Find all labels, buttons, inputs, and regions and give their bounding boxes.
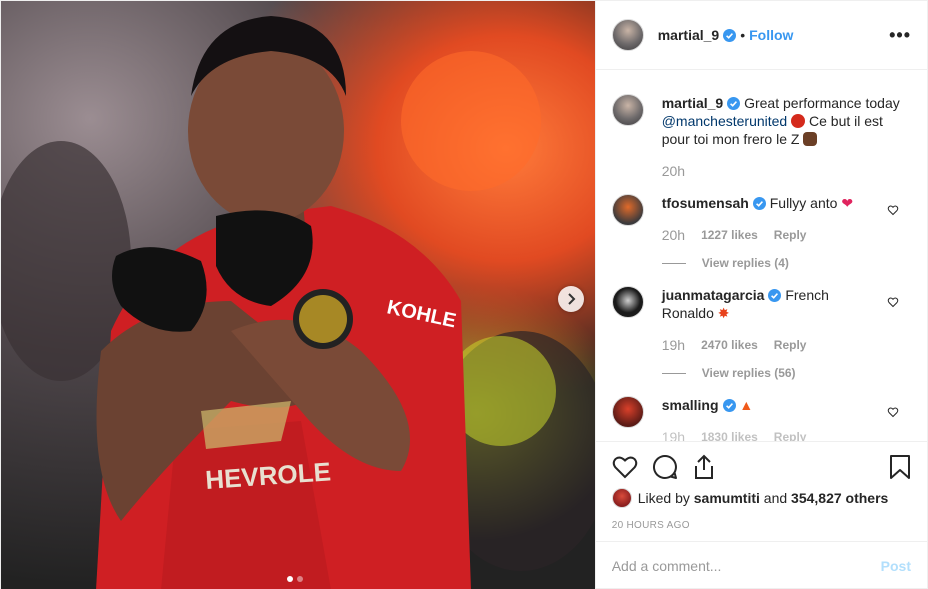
post-image[interactable]: KOHLE HEVROLE xyxy=(1,1,595,589)
add-comment-bar: Post xyxy=(595,541,927,589)
caption-text-before: Great performance today xyxy=(744,95,900,111)
comment-avatar[interactable] xyxy=(611,194,644,226)
carousel-dot-active xyxy=(287,576,293,582)
comment-meta: 19h 2470 likes Reply xyxy=(662,336,883,354)
likes-summary: Liked by samumtiti and 354,827 others xyxy=(611,488,911,508)
author-username[interactable]: martial_9 xyxy=(658,27,719,43)
comment-time: 19h xyxy=(661,429,686,441)
comment-reply-button[interactable]: Reply xyxy=(774,428,807,441)
red-circle-emoji-icon xyxy=(791,114,806,128)
comments-list[interactable]: martial_9 Great performance today @manch… xyxy=(596,70,927,441)
comment-avatar[interactable] xyxy=(611,286,644,318)
chevron-right-icon xyxy=(568,293,576,305)
red-heart-emoji-icon: ❤ xyxy=(841,195,854,211)
comment-input[interactable] xyxy=(611,558,881,574)
comment-item: tfosumensah Fullyy anto ❤ 20h 1227 likes… xyxy=(611,194,911,272)
likes-prefix: Liked by xyxy=(637,490,690,506)
likes-and: and xyxy=(763,490,788,506)
liker-avatar[interactable] xyxy=(611,488,632,508)
comment-meta: 20h 1227 likes Reply xyxy=(662,226,883,244)
post-header: martial_9 • Follow ••• xyxy=(595,1,927,70)
view-replies-button[interactable]: View replies (4) xyxy=(661,254,883,272)
carousel-indicator xyxy=(287,576,303,582)
view-replies-label: View replies (4) xyxy=(701,256,789,270)
comment-likes[interactable]: 2470 likes xyxy=(701,336,758,354)
comment-avatar[interactable] xyxy=(611,396,644,428)
caption-username[interactable]: martial_9 xyxy=(662,95,723,111)
comment-item: smalling ▲ 19h 1830 likes Reply xyxy=(611,396,911,441)
comment-reply-button[interactable]: Reply xyxy=(774,336,807,354)
view-replies-label: View replies (56) xyxy=(701,366,796,380)
caption-text: martial_9 Great performance today @manch… xyxy=(662,94,903,148)
verified-badge-icon xyxy=(722,399,736,412)
comment-meta: 19h 1830 likes Reply xyxy=(662,428,883,441)
view-replies-line xyxy=(661,372,686,374)
comment-time: 19h xyxy=(661,337,686,353)
view-replies-button[interactable]: View replies (56) xyxy=(661,364,883,382)
comment-reply-button[interactable]: Reply xyxy=(774,226,807,244)
comment-like-heart-icon[interactable] xyxy=(887,296,899,308)
view-replies-line xyxy=(661,262,686,264)
comment-item: juanmatagarcia French Ronaldo ✸ 19h 2470… xyxy=(611,286,911,382)
instagram-post: KOHLE HEVROLE martial_9 • Follow ••• mar… xyxy=(0,0,928,589)
follow-button[interactable]: Follow xyxy=(749,27,793,43)
header-separator: • xyxy=(740,27,746,43)
comment-like-heart-icon[interactable] xyxy=(887,406,899,418)
comment-like-heart-icon[interactable] xyxy=(887,204,899,216)
action-icons xyxy=(612,452,911,482)
carousel-dot xyxy=(297,576,303,582)
comment-likes[interactable]: 1830 likes xyxy=(701,428,758,441)
comment-likes[interactable]: 1227 likes xyxy=(701,226,758,244)
post-timestamp[interactable]: 20 hours ago xyxy=(612,520,911,531)
player-photo: KOHLE HEVROLE xyxy=(1,16,595,589)
more-options-icon[interactable]: ••• xyxy=(889,25,911,46)
carousel-next-button[interactable] xyxy=(558,286,584,312)
caption-avatar[interactable] xyxy=(611,94,644,126)
fire-emoji-icon: ▲ xyxy=(739,397,754,413)
share-icon[interactable] xyxy=(692,454,716,480)
comment-username[interactable]: smalling xyxy=(662,397,719,413)
caption-meta: 20h xyxy=(662,162,903,180)
comment-bubble-icon[interactable] xyxy=(652,454,678,480)
liker-username[interactable]: samumtiti xyxy=(694,490,760,506)
collision-emoji-icon: ✸ xyxy=(717,305,730,321)
verified-badge-icon xyxy=(768,289,782,302)
bookmark-icon[interactable] xyxy=(889,454,911,480)
verified-badge-icon xyxy=(723,28,737,42)
caption-time: 20h xyxy=(661,163,686,179)
fist-emoji-icon xyxy=(803,132,818,146)
likes-others-link[interactable]: 354,827 others xyxy=(791,490,888,506)
post-actions: Liked by samumtiti and 354,827 others 20… xyxy=(595,441,927,541)
verified-badge-icon xyxy=(727,97,741,110)
comment-username[interactable]: tfosumensah xyxy=(662,195,749,211)
comment-username[interactable]: juanmatagarcia xyxy=(662,287,765,303)
post-comment-button[interactable]: Post xyxy=(881,558,911,574)
post-sidebar: martial_9 • Follow ••• martial_9 Great p… xyxy=(594,1,927,589)
verified-badge-icon xyxy=(752,197,766,210)
comment-text: Fullyy anto xyxy=(769,195,838,211)
author-avatar[interactable] xyxy=(611,19,644,51)
comment-time: 20h xyxy=(661,227,686,243)
caption: martial_9 Great performance today @manch… xyxy=(611,94,911,180)
like-heart-icon[interactable] xyxy=(612,455,638,479)
caption-mention-link[interactable]: @manchesterunited xyxy=(662,113,788,129)
